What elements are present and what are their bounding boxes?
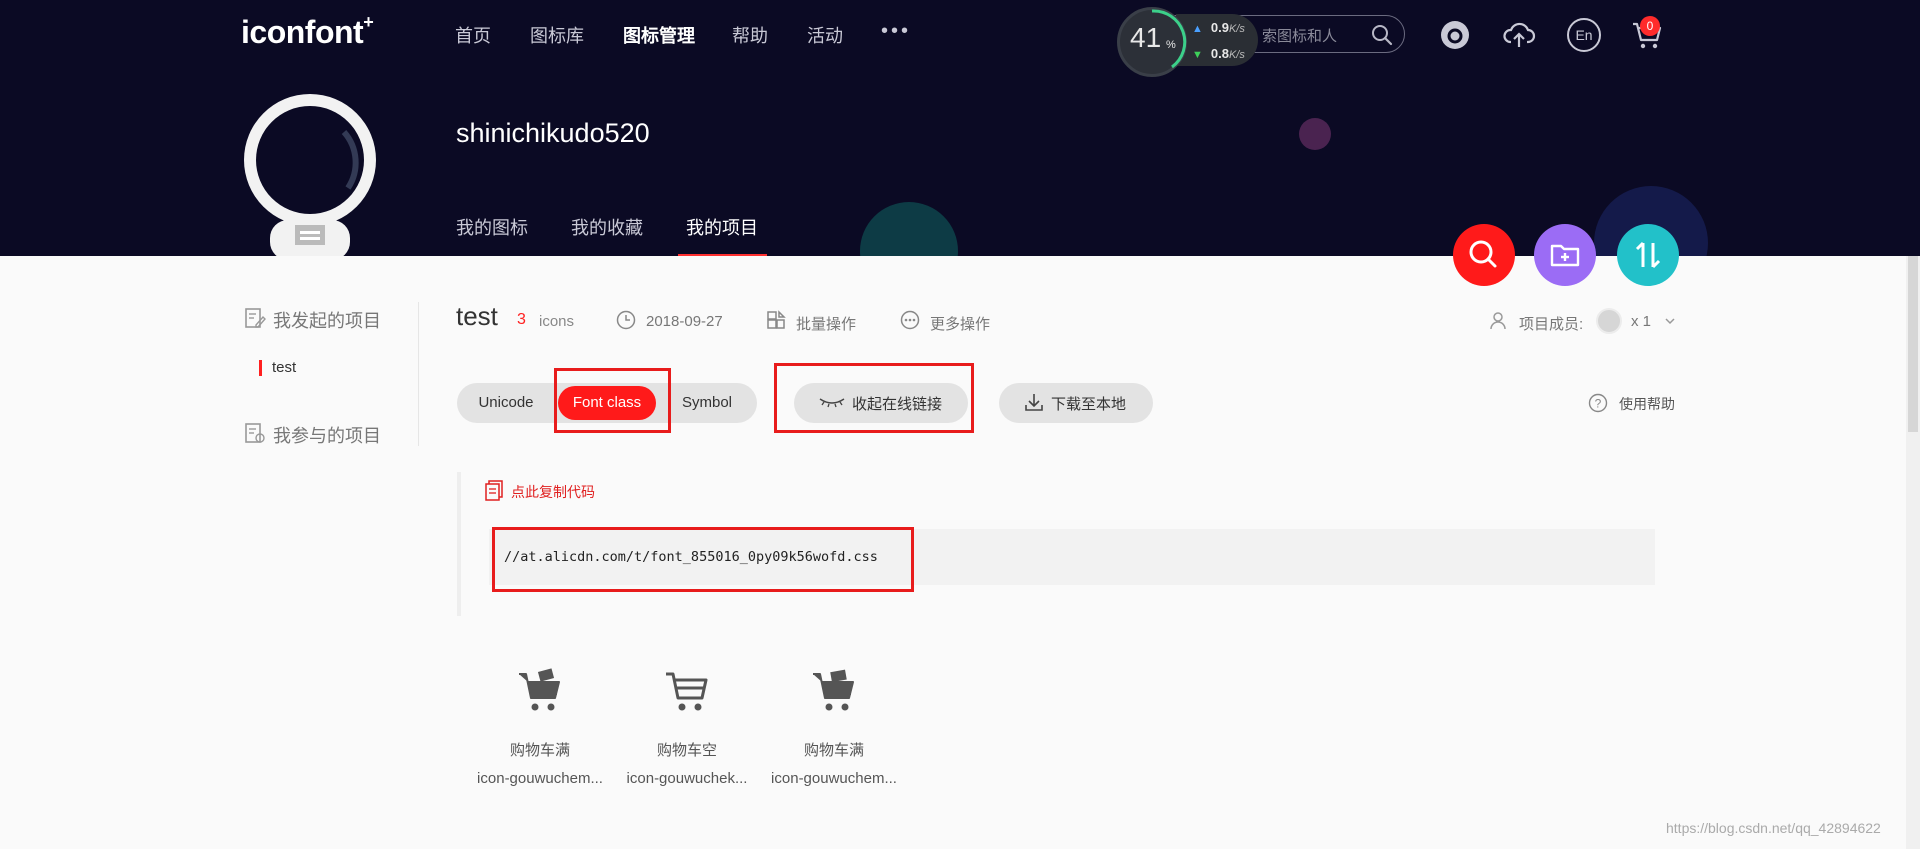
tab-my-icons[interactable]: 我的图标 xyxy=(456,214,528,240)
more-dots-icon xyxy=(900,310,920,330)
nav-help[interactable]: 帮助 xyxy=(732,22,768,48)
decor-planet-teal xyxy=(860,202,958,256)
highlight-css-link xyxy=(492,527,914,592)
icon-class-name: icon-gouwuchem... xyxy=(771,770,897,787)
upload-speed: ▲ 0.9K/s xyxy=(1192,20,1245,35)
project-edit-icon xyxy=(245,308,266,328)
icon-card[interactable]: 购物车满 icon-gouwuchem... xyxy=(764,666,904,787)
highlight-online-link xyxy=(774,363,974,433)
sidebar-joined-projects-title[interactable]: 我参与的项目 xyxy=(273,422,381,448)
avatar[interactable] xyxy=(240,92,384,256)
watermark-text: https://blog.csdn.net/qq_42894622 xyxy=(1666,820,1881,836)
copy-code-button[interactable]: 点此复制代码 xyxy=(511,482,595,502)
segment-symbol[interactable]: Symbol xyxy=(667,383,747,423)
scrollbar-thumb[interactable] xyxy=(1908,256,1918,432)
site-header: iconfont+ 首页 图标库 图标管理 帮助 活动 ••• 索图标和人 41… xyxy=(0,0,1920,256)
icon-class-name: icon-gouwuchem... xyxy=(477,770,603,787)
batch-icon xyxy=(767,310,786,329)
speed-percent-sign: % xyxy=(1166,39,1176,51)
icon-name: 购物车满 xyxy=(509,742,570,759)
nav-icon-library[interactable]: 图标库 xyxy=(530,22,584,48)
highlight-font-class xyxy=(554,368,671,433)
icon-card[interactable]: 购物车空 icon-gouwuchek... xyxy=(617,666,757,787)
icon-class-name: icon-gouwuchek... xyxy=(626,770,748,787)
github-icon[interactable] xyxy=(1438,18,1472,52)
help-link[interactable]: 使用帮助 xyxy=(1619,394,1675,414)
sidebar-divider xyxy=(418,302,419,446)
search-placeholder: 索图标和人 xyxy=(1262,28,1338,45)
members-count: x 1 xyxy=(1631,313,1652,330)
icon-count: 3 xyxy=(517,311,526,328)
cart-empty-icon xyxy=(666,672,708,711)
upload-arrow-icon: ▲ xyxy=(1192,23,1203,35)
member-avatar[interactable] xyxy=(1596,308,1622,334)
nav-icon-management[interactable]: 图标管理 xyxy=(623,22,695,48)
svg-text:?: ? xyxy=(1595,397,1602,411)
nav-activity[interactable]: 活动 xyxy=(807,22,843,48)
download-speed: ▼ 0.8K/s xyxy=(1192,46,1245,61)
icon-card[interactable]: 购物车满 icon-gouwuchem... xyxy=(470,666,610,787)
project-title: test xyxy=(456,301,498,331)
nav-more-button[interactable]: ••• xyxy=(881,20,911,43)
username: shinichikudo520 xyxy=(456,118,650,148)
folder-add-icon xyxy=(1550,244,1580,267)
float-add-folder-button[interactable] xyxy=(1534,224,1596,286)
clock-icon xyxy=(616,310,636,330)
more-operations-button[interactable]: 更多操作 xyxy=(930,313,990,334)
sort-arrows-icon xyxy=(1635,241,1661,269)
search-icon[interactable] xyxy=(1370,23,1394,47)
project-joined-icon xyxy=(245,423,265,443)
upload-cloud-icon[interactable] xyxy=(1502,18,1536,52)
cart-full-icon xyxy=(813,669,854,711)
iconfont-logo[interactable]: iconfont+ xyxy=(241,12,374,51)
members-icon xyxy=(1490,312,1506,330)
sidebar-active-marker xyxy=(259,360,262,376)
active-tab-indicator xyxy=(678,254,767,256)
project-date: 2018-09-27 xyxy=(646,313,723,330)
cart-full-icon xyxy=(519,668,560,711)
decor-planet-purple xyxy=(1299,118,1331,150)
nav-home[interactable]: 首页 xyxy=(455,22,491,48)
download-local-label: 下载至本地 xyxy=(1051,396,1127,413)
icon-name: 购物车满 xyxy=(803,742,864,759)
copy-icon xyxy=(485,480,503,501)
float-search-button[interactable] xyxy=(1453,224,1515,286)
chevron-down-icon[interactable] xyxy=(1664,315,1676,327)
cart-count-badge: 0 xyxy=(1640,16,1660,36)
sidebar-my-projects-title[interactable]: 我发起的项目 xyxy=(273,307,381,333)
speed-percent: 41 xyxy=(1130,22,1162,53)
batch-operations-button[interactable]: 批量操作 xyxy=(796,313,856,334)
download-icon xyxy=(1025,394,1043,411)
tab-my-projects[interactable]: 我的项目 xyxy=(686,214,758,240)
float-sort-button[interactable] xyxy=(1617,224,1679,286)
segment-unicode[interactable]: Unicode xyxy=(464,383,548,423)
members-label: 项目成员: xyxy=(1519,316,1584,333)
sidebar-item-test[interactable]: test xyxy=(272,359,296,376)
language-en-icon[interactable]: En xyxy=(1567,18,1601,52)
tab-my-favorites[interactable]: 我的收藏 xyxy=(571,214,643,240)
help-icon: ? xyxy=(1588,393,1608,413)
icon-count-label: icons xyxy=(539,313,575,330)
search-icon xyxy=(1469,240,1497,268)
download-arrow-icon: ▼ xyxy=(1192,49,1203,61)
icon-name: 购物车空 xyxy=(656,742,717,759)
